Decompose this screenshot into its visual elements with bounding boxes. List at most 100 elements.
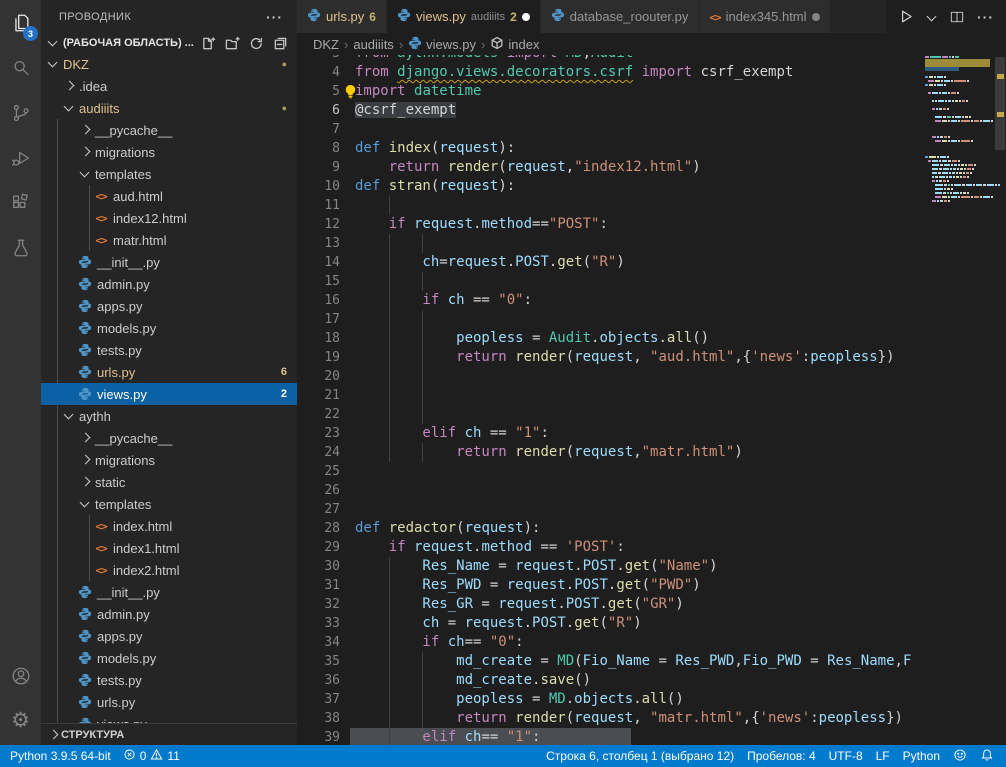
tree-item-apps.py[interactable]: apps.py	[41, 625, 297, 647]
tree-item-apps.py[interactable]: apps.py	[41, 295, 297, 317]
code-line-10[interactable]: def stran(request):	[355, 177, 920, 196]
tree-item-index.html[interactable]: <>index.html	[41, 515, 297, 537]
tree-item-.idea[interactable]: .idea	[41, 75, 297, 97]
tree-item-aythh[interactable]: aythh	[41, 405, 297, 427]
tree-item-index2.html[interactable]: <>index2.html	[41, 559, 297, 581]
new-file-icon[interactable]	[199, 34, 217, 52]
lightbulb-icon[interactable]	[343, 84, 358, 104]
code-line-20[interactable]	[355, 367, 920, 386]
tree-item-admin.py[interactable]: admin.py	[41, 273, 297, 295]
dirty-dot-icon[interactable]	[522, 13, 530, 21]
activity-extensions-button[interactable]	[0, 180, 41, 225]
activity-settings-button[interactable]: ⚙	[0, 698, 41, 743]
code-line-28[interactable]: def redactor(request):	[355, 519, 920, 538]
code-line-16[interactable]: if ch == "0":	[355, 291, 920, 310]
code-line-12[interactable]: if request.method=="POST":	[355, 215, 920, 234]
code-line-36[interactable]: md_create.save()	[355, 671, 920, 690]
tree-item-templates[interactable]: templates	[41, 493, 297, 515]
activity-explorer-button[interactable]: 3	[0, 0, 41, 45]
tree-item-__init__.py[interactable]: __init__.py	[41, 251, 297, 273]
code-line-26[interactable]	[355, 481, 920, 500]
tree-item-migrations[interactable]: migrations	[41, 449, 297, 471]
code-line-6[interactable]: @csrf_exempt	[355, 101, 920, 120]
tab-views.py[interactable]: views.pyaudiiits2	[387, 0, 541, 33]
code-line-27[interactable]	[355, 500, 920, 519]
run-icon[interactable]	[898, 8, 915, 25]
tree-item-views.py[interactable]: views.py2	[41, 383, 297, 405]
code-line-24[interactable]: return render(request,"matr.html")	[355, 443, 920, 462]
tree-item-urls.py[interactable]: urls.py6	[41, 361, 297, 383]
tree-item-__pycache__[interactable]: __pycache__	[41, 119, 297, 141]
more-actions-icon[interactable]: ···	[266, 9, 283, 25]
scrollbar[interactable]	[993, 33, 1006, 745]
minimap[interactable]	[925, 33, 990, 745]
code-line-31[interactable]: Res_PWD = request.POST.get("PWD")	[355, 576, 920, 595]
tree-item-tests.py[interactable]: tests.py	[41, 669, 297, 691]
code-line-17[interactable]	[355, 310, 920, 329]
status-cursor-position[interactable]: Строка 6, столбец 1 (выбрано 12)	[546, 749, 734, 763]
status-indentation[interactable]: Пробелов: 4	[747, 749, 816, 763]
code-line-11[interactable]	[355, 196, 920, 215]
code-line-33[interactable]: ch = request.POST.get("R")	[355, 614, 920, 633]
activity-run-debug-button[interactable]	[0, 135, 41, 180]
tree-item-__init__.py[interactable]: __init__.py	[41, 581, 297, 603]
tree-item-models.py[interactable]: models.py	[41, 647, 297, 669]
tab-database_roouter.py[interactable]: database_roouter.py	[541, 0, 700, 33]
tree-item-views.py[interactable]: views.py	[41, 713, 297, 723]
code-line-5[interactable]: import datetime	[355, 82, 920, 101]
code-line-19[interactable]: return render(request, "aud.html",{'news…	[355, 348, 920, 367]
status-encoding[interactable]: UTF-8	[829, 749, 863, 763]
code-line-9[interactable]: return render(request,"index12.html")	[355, 158, 920, 177]
code-line-32[interactable]: Res_GR = request.POST.get("GR")	[355, 595, 920, 614]
code-line-15[interactable]	[355, 272, 920, 291]
scrollbar-slider[interactable]	[995, 57, 1005, 150]
code-line-4[interactable]: from django.views.decorators.csrf import…	[355, 63, 920, 82]
code-line-39[interactable]: elif ch== "1":	[355, 728, 920, 745]
breadcrumb-item-views.py[interactable]: views.py	[408, 36, 476, 53]
tree-item-migrations[interactable]: migrations	[41, 141, 297, 163]
chevron-down-icon[interactable]	[927, 12, 937, 22]
breadcrumb-item-DKZ[interactable]: DKZ	[313, 37, 339, 52]
activity-search-button[interactable]	[0, 45, 41, 90]
code-line-38[interactable]: return render(request, "matr.html",{'new…	[355, 709, 920, 728]
activity-account-button[interactable]	[0, 653, 41, 698]
tree-item-models.py[interactable]: models.py	[41, 317, 297, 339]
code-line-21[interactable]	[355, 386, 920, 405]
code-line-23[interactable]: elif ch == "1":	[355, 424, 920, 443]
tree-item-templates[interactable]: templates	[41, 163, 297, 185]
code-editor[interactable]: 3456789101112131415161718192021222324252…	[297, 33, 1006, 745]
split-editor-icon[interactable]	[949, 9, 965, 25]
tree-item-DKZ[interactable]: DKZ●	[41, 53, 297, 75]
code-line-8[interactable]: def index(request):	[355, 139, 920, 158]
tree-item-index1.html[interactable]: <>index1.html	[41, 537, 297, 559]
status-language-mode[interactable]: Python	[903, 749, 940, 763]
tree-item-matr.html[interactable]: <>matr.html	[41, 229, 297, 251]
new-folder-icon[interactable]	[223, 34, 241, 52]
status-feedback[interactable]	[953, 748, 967, 765]
tree-item-static[interactable]: static	[41, 471, 297, 493]
tree-item-audiiits[interactable]: audiiits●	[41, 97, 297, 119]
tree-item-aud.html[interactable]: <>aud.html	[41, 185, 297, 207]
code-line-22[interactable]	[355, 405, 920, 424]
status-python-version[interactable]: Python 3.9.5 64-bit	[10, 749, 111, 763]
status-notifications[interactable]	[980, 748, 994, 765]
tree-item-__pycache__[interactable]: __pycache__	[41, 427, 297, 449]
dirty-dot-icon[interactable]	[812, 13, 820, 21]
more-icon[interactable]: ···	[977, 9, 994, 25]
tree-item-admin.py[interactable]: admin.py	[41, 603, 297, 625]
breadcrumb-item-audiiits[interactable]: audiiits	[353, 37, 393, 52]
breadcrumb-item-index[interactable]: index	[490, 36, 539, 53]
activity-source-control-button[interactable]	[0, 90, 41, 135]
code-line-35[interactable]: md_create = MD(Fio_Name = Res_PWD,Fio_PW…	[355, 652, 920, 671]
tab-urls.py[interactable]: urls.py6	[297, 0, 387, 33]
status-eol[interactable]: LF	[876, 749, 890, 763]
code-line-34[interactable]: if ch== "0":	[355, 633, 920, 652]
tree-item-tests.py[interactable]: tests.py	[41, 339, 297, 361]
code-line-30[interactable]: Res_Name = request.POST.get("Name")	[355, 557, 920, 576]
activity-testing-button[interactable]	[0, 225, 41, 270]
code-line-37[interactable]: peopless = MD.objects.all()	[355, 690, 920, 709]
collapse-all-icon[interactable]	[271, 34, 289, 52]
tree-item-index12.html[interactable]: <>index12.html	[41, 207, 297, 229]
refresh-icon[interactable]	[247, 34, 265, 52]
code-line-13[interactable]	[355, 234, 920, 253]
